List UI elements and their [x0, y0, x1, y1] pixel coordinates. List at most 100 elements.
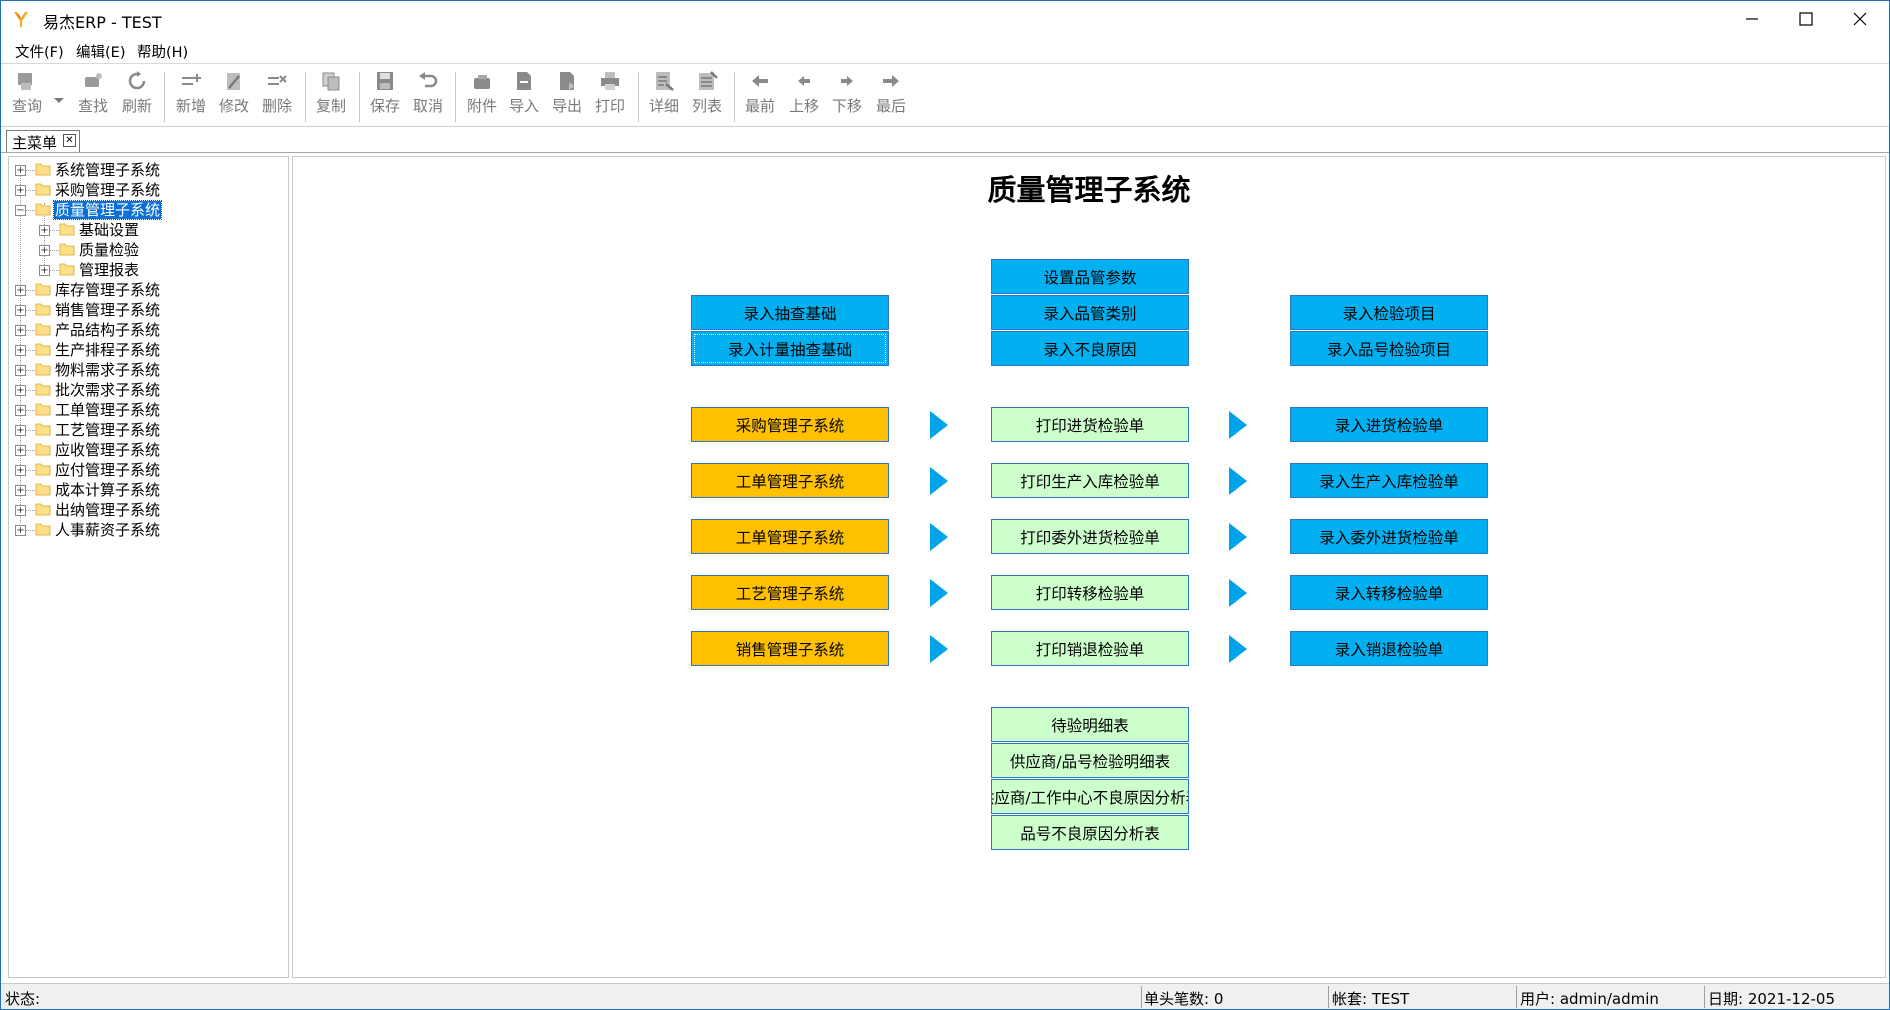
attach-button[interactable]: 附件 [462, 70, 502, 126]
tree-connector [25, 510, 35, 511]
tree-expander-icon[interactable]: + [15, 485, 26, 496]
menu-file[interactable]: 文件(F) [15, 41, 64, 62]
tree-connector [49, 250, 59, 251]
tree-item[interactable]: + 批次需求子系统 [9, 381, 279, 400]
entry-incoming-button[interactable]: 录入进货检验单 [1290, 407, 1488, 442]
minimize-button[interactable] [1725, 1, 1779, 37]
edit-button[interactable]: 修改 [214, 70, 254, 126]
tree-item[interactable]: + 工单管理子系统 [9, 401, 279, 420]
tree-expander-icon[interactable]: + [15, 285, 26, 296]
report-supplier-wc-defect-button[interactable]: 供应商/工作中心不良原因分析表 [991, 779, 1189, 814]
tab-main-menu[interactable]: 主菜单 ✕ [6, 130, 80, 152]
tree-expander-icon[interactable]: + [15, 505, 26, 516]
cancel-button[interactable]: 取消 [408, 70, 448, 126]
query-button[interactable]: 查询 [7, 70, 47, 126]
first-button[interactable]: 最前 [740, 70, 780, 126]
tree-expander-icon[interactable]: − [15, 205, 26, 216]
source-work-order-button[interactable]: 工单管理子系统 [691, 463, 889, 498]
tree-expander-icon[interactable]: + [15, 445, 26, 456]
tree-expander-icon[interactable]: + [39, 225, 50, 236]
entry-sales-return-button[interactable]: 录入销退检验单 [1290, 631, 1488, 666]
tree-item[interactable]: + 销售管理子系统 [9, 301, 279, 320]
folder-icon [35, 503, 51, 516]
entry-transfer-button[interactable]: 录入转移检验单 [1290, 575, 1488, 610]
setup-defect-reason-button[interactable]: 录入不良原因 [991, 331, 1189, 366]
tree-expander-icon[interactable]: + [39, 265, 50, 276]
source-purchase-button[interactable]: 采购管理子系统 [691, 407, 889, 442]
setup-part-inspection-item-button[interactable]: 录入品号检验项目 [1290, 331, 1488, 366]
save-button[interactable]: 保存 [365, 70, 405, 126]
delete-button[interactable]: 删除 [257, 70, 297, 126]
report-part-defect-button[interactable]: 品号不良原因分析表 [991, 815, 1189, 850]
tree-expander-icon[interactable]: + [15, 365, 26, 376]
tree-item[interactable]: + 成本计算子系统 [9, 481, 279, 500]
tree-item[interactable]: + 系统管理子系统 [9, 161, 279, 180]
refresh-button[interactable]: 刷新 [117, 70, 157, 126]
find-button[interactable]: 查找 [73, 70, 113, 126]
flow-arrow-icon [1229, 411, 1247, 439]
tree-expander-icon[interactable]: + [15, 345, 26, 356]
tree-item[interactable]: + 库存管理子系统 [9, 281, 279, 300]
tree-item[interactable]: + 基础设置 [9, 221, 279, 240]
source-work-order-2-button[interactable]: 工单管理子系统 [691, 519, 889, 554]
add-button[interactable]: 新增 [171, 70, 211, 126]
tree-expander-icon[interactable]: + [15, 165, 26, 176]
tree-expander-icon[interactable]: + [15, 525, 26, 536]
folder-icon [35, 363, 51, 376]
setup-qc-category-button[interactable]: 录入品管类别 [991, 295, 1189, 330]
next-button[interactable]: 下移 [827, 70, 867, 126]
tree-item[interactable]: + 工艺管理子系统 [9, 421, 279, 440]
maximize-button[interactable] [1779, 1, 1833, 37]
close-window-button[interactable] [1833, 1, 1887, 37]
tree-expander-icon[interactable]: + [39, 245, 50, 256]
menu-edit[interactable]: 编辑(E) [76, 41, 125, 62]
copy-button[interactable]: 复制 [311, 70, 351, 126]
print-production-receipt-button[interactable]: 打印生产入库检验单 [991, 463, 1189, 498]
import-button[interactable]: 导入 [504, 70, 544, 126]
report-supplier-part-detail-button[interactable]: 供应商/品号检验明细表 [991, 743, 1189, 778]
report-pending-detail-button[interactable]: 待验明细表 [991, 707, 1189, 742]
print-transfer-button[interactable]: 打印转移检验单 [991, 575, 1189, 610]
tree-expander-icon[interactable]: + [15, 425, 26, 436]
tree-item[interactable]: + 质量检验 [9, 241, 279, 260]
print-outsource-incoming-button[interactable]: 打印委外进货检验单 [991, 519, 1189, 554]
tab-close-icon[interactable]: ✕ [63, 134, 76, 147]
tree-expander-icon[interactable]: + [15, 185, 26, 196]
tree-item[interactable]: + 出纳管理子系统 [9, 501, 279, 520]
minimize-icon [1746, 18, 1758, 20]
source-process-button[interactable]: 工艺管理子系统 [691, 575, 889, 610]
setup-measure-sampling-button[interactable]: 录入计量抽查基础 [691, 331, 889, 366]
source-sales-button[interactable]: 销售管理子系统 [691, 631, 889, 666]
setup-qc-params-button[interactable]: 设置品管参数 [991, 259, 1189, 294]
tree-expander-icon[interactable]: + [15, 385, 26, 396]
prev-button[interactable]: 上移 [784, 70, 824, 126]
print-incoming-button[interactable]: 打印进货检验单 [991, 407, 1189, 442]
menu-help[interactable]: 帮助(H) [137, 41, 188, 62]
setup-sampling-basis-button[interactable]: 录入抽查基础 [691, 295, 889, 330]
query-dropdown-button[interactable] [53, 90, 65, 109]
tree-connector [25, 350, 35, 351]
print-sales-return-button[interactable]: 打印销退检验单 [991, 631, 1189, 666]
tree-item[interactable]: + 产品结构子系统 [9, 321, 279, 340]
detail-button[interactable]: 详细 [644, 70, 684, 126]
tree-item[interactable]: − 质量管理子系统 [9, 200, 279, 220]
tree-expander-icon[interactable]: + [15, 465, 26, 476]
tree-expander-icon[interactable]: + [15, 305, 26, 316]
tree-item[interactable]: + 生产排程子系统 [9, 341, 279, 360]
print-button[interactable]: 打印 [590, 70, 630, 126]
export-button[interactable]: 导出 [547, 70, 587, 126]
tree-item[interactable]: + 采购管理子系统 [9, 181, 279, 200]
tree-item[interactable]: + 应付管理子系统 [9, 461, 279, 480]
tree-item[interactable]: + 管理报表 [9, 261, 279, 280]
entry-outsource-incoming-button[interactable]: 录入委外进货检验单 [1290, 519, 1488, 554]
list-button[interactable]: 列表 [687, 70, 727, 126]
tree-connector [25, 470, 35, 471]
last-button[interactable]: 最后 [871, 70, 911, 126]
tree-item[interactable]: + 应收管理子系统 [9, 441, 279, 460]
setup-inspection-item-button[interactable]: 录入检验项目 [1290, 295, 1488, 330]
tree-expander-icon[interactable]: + [15, 405, 26, 416]
tree-item[interactable]: + 物料需求子系统 [9, 361, 279, 380]
tree-item[interactable]: + 人事薪资子系统 [9, 521, 279, 540]
entry-production-receipt-button[interactable]: 录入生产入库检验单 [1290, 463, 1488, 498]
tree-expander-icon[interactable]: + [15, 325, 26, 336]
